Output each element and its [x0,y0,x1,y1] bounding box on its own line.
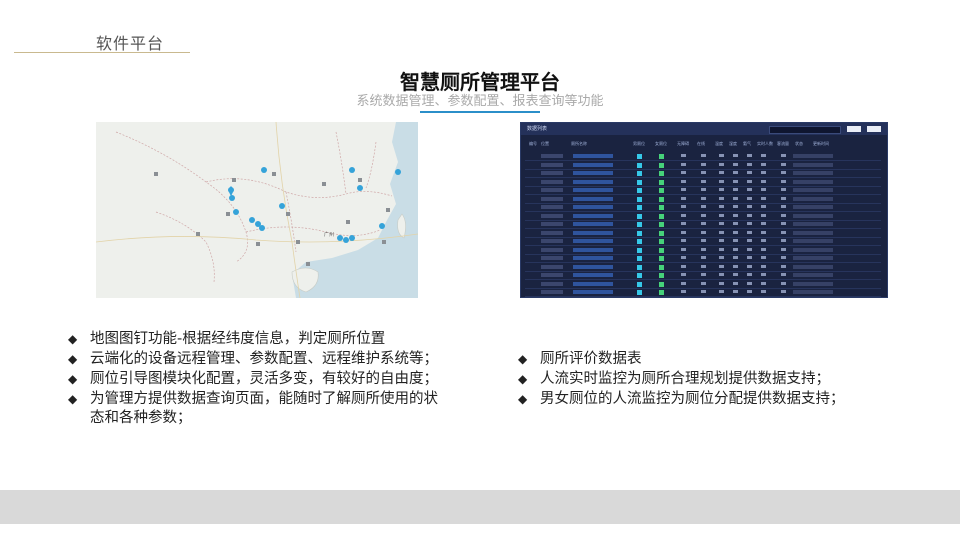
diamond-bullet-icon: ◆ [68,372,78,386]
diamond-bullet-icon: ◆ [518,392,528,406]
table-row [525,170,881,178]
table-row [525,179,881,187]
map-illustration: 广州 [96,122,418,298]
table-columns: 编号 位置 厕所名称 男厕位 女厕位 无障碍 在线 温度 湿度 氨气 实时人数 … [521,139,887,149]
diamond-bullet-icon: ◆ [518,372,528,386]
feature-item: ◆ 男女厕位的人流监控为厕位分配提供数据支持； [518,391,845,407]
feature-item: ◆ 厕位引导图模块化配置，灵活多变，有较好的自由度； [68,371,438,387]
col-flow: 客流量 [777,141,789,146]
table-title: 数据列表 [527,126,548,132]
feature-item: ◆ 地图图钉功能-根据经纬度信息，判定厕所位置 [68,331,386,347]
table-search-input[interactable] [769,126,841,134]
export-button[interactable] [867,126,881,132]
col-id: 编号 [529,141,537,146]
table-row [525,213,881,221]
map-screenshot: 广州 [96,122,418,298]
section-label: 软件平台 [96,34,165,53]
col-female: 女厕位 [655,141,667,146]
col-people: 实时人数 [757,141,773,146]
col-location: 位置 [541,141,549,146]
col-updated: 更新时间 [813,141,829,146]
right-feature-list: ◆ 厕所评价数据表 ◆ 人流实时监控为厕所合理规划提供数据支持； ◆ 男女厕位的人流监… [518,350,898,410]
diamond-bullet-icon: ◆ [518,352,528,366]
diamond-bullet-icon: ◆ [68,392,78,406]
feature-item: ◆ 厕所评价数据表 [518,351,642,367]
table-row [525,247,881,255]
col-temp: 温度 [715,141,723,146]
col-online: 在线 [697,141,705,146]
table-row [525,162,881,170]
col-name: 厕所名称 [571,141,587,146]
table-row [525,272,881,280]
table-row [525,281,881,289]
left-feature-list: ◆ 地图图钉功能-根据经纬度信息，判定厕所位置 ◆ 云端化的设备远程管理、参数配置、… [68,330,448,429]
diamond-bullet-icon: ◆ [68,352,78,366]
title-underline [420,111,540,113]
table-row [525,289,881,297]
table-row [525,264,881,272]
col-male: 男厕位 [633,141,645,146]
table-row [525,196,881,204]
col-accessible: 无障碍 [677,141,689,146]
map-city-label: 广州 [324,231,334,238]
table-row [525,187,881,195]
col-humidity: 湿度 [729,141,737,146]
table-header-bar: 数据列表 [521,123,887,135]
section-divider [14,52,190,53]
page-subtitle: 系统数据管理、参数配置、报表查询等功能 [356,94,604,109]
table-row [525,204,881,212]
query-button[interactable] [847,126,861,132]
col-status: 状态 [795,141,803,146]
feature-item: ◆ 云端化的设备远程管理、参数配置、远程维护系统等； [68,351,438,367]
table-row [525,238,881,246]
data-table-screenshot: 数据列表 编号 位置 厕所名称 男厕位 女厕位 无障碍 在线 温度 湿度 氨气 … [520,122,888,298]
table-row [525,221,881,229]
col-ammonia: 氨气 [743,141,751,146]
diamond-bullet-icon: ◆ [68,332,78,346]
feature-item: ◆ 人流实时监控为厕所合理规划提供数据支持； [518,371,830,387]
footer-band [0,490,960,524]
feature-item: ◆ 为管理方提供数据查询页面，能随时了解厕所使用的状态和各种参数； [68,391,438,426]
table-row [525,230,881,238]
table-row [525,153,881,161]
table-row [525,255,881,263]
